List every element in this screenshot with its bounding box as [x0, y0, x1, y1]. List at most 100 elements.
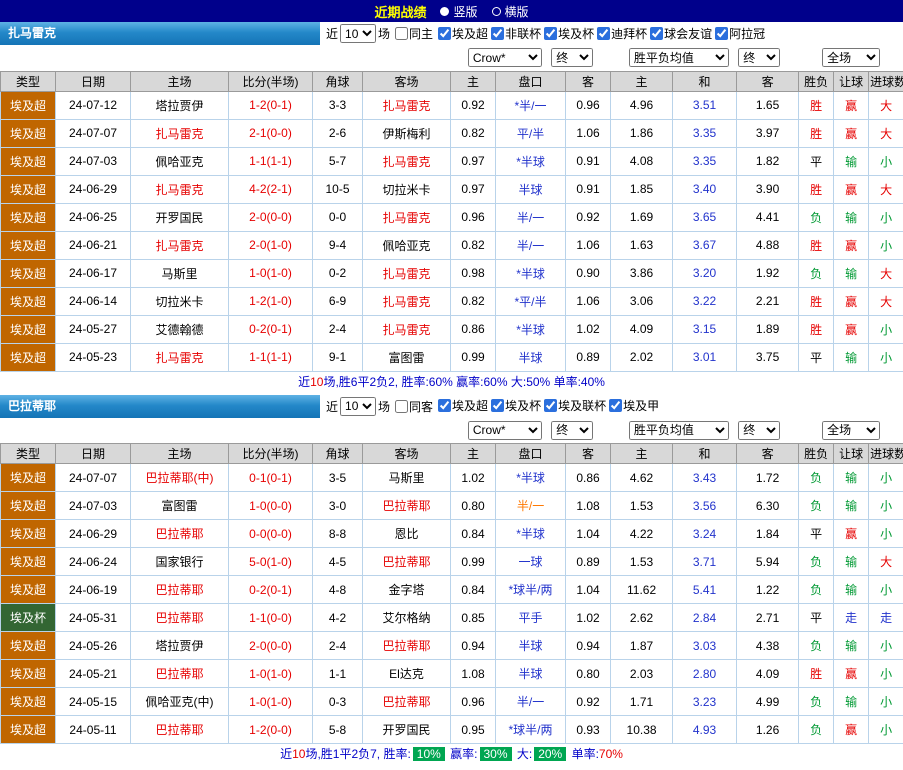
- league-checkbox[interactable]: [491, 399, 504, 412]
- league-filter[interactable]: 埃及超: [438, 397, 488, 414]
- away-team-cell[interactable]: 开罗国民: [363, 716, 451, 744]
- date-cell: 24-05-26: [56, 632, 131, 660]
- bookmaker-select[interactable]: Crow*: [468, 421, 542, 440]
- league-checkbox[interactable]: [650, 27, 663, 40]
- away-team-cell[interactable]: 扎马雷克: [363, 91, 451, 119]
- odds-average-select[interactable]: 胜平负均值: [629, 48, 729, 67]
- recent-count-select[interactable]: 10: [340, 24, 376, 43]
- column-header: 类型: [1, 444, 56, 464]
- league-filter[interactable]: 埃及杯: [491, 397, 541, 414]
- euro-home-odds: 4.09: [611, 315, 673, 343]
- home-team-cell[interactable]: 国家银行: [131, 548, 229, 576]
- home-team-cell[interactable]: 塔拉贾伊: [131, 632, 229, 660]
- rate-badge: 10%: [413, 747, 445, 761]
- same-venue-filter[interactable]: 同主: [395, 25, 433, 42]
- away-team-cell[interactable]: 巴拉蒂耶: [363, 492, 451, 520]
- goals-result-cell: 小: [869, 632, 903, 660]
- horizontal-label: 横版: [505, 3, 529, 20]
- same-venue-checkbox[interactable]: [395, 400, 408, 413]
- away-team-cell[interactable]: 切拉米卡: [363, 175, 451, 203]
- league-filter[interactable]: 非联杯: [491, 25, 541, 42]
- league-checkbox[interactable]: [715, 27, 728, 40]
- league-checkbox[interactable]: [491, 27, 504, 40]
- odds-time-select[interactable]: 终: [738, 421, 780, 440]
- away-team-cell[interactable]: El达克: [363, 660, 451, 688]
- controls-row: Crow* 终 胜平负均值 终 全场: [1, 45, 903, 71]
- league-filter[interactable]: 埃及甲: [609, 397, 659, 414]
- match-row: 埃及超24-07-12塔拉贾伊1-2(0-1)3-3扎马雷克0.92*半/一0.…: [1, 91, 903, 119]
- match-row: 埃及超24-06-29扎马雷克4-2(2-1)10-5切拉米卡0.97半球0.9…: [1, 175, 903, 203]
- euro-away-odds: 3.97: [737, 119, 799, 147]
- away-team-cell[interactable]: 扎马雷克: [363, 287, 451, 315]
- same-venue-filter[interactable]: 同客: [395, 398, 433, 415]
- home-team-cell[interactable]: 扎马雷克: [131, 175, 229, 203]
- home-team-cell[interactable]: 扎马雷克: [131, 231, 229, 259]
- league-checkbox[interactable]: [544, 27, 557, 40]
- home-team-cell[interactable]: 巴拉蒂耶: [131, 604, 229, 632]
- home-team-cell[interactable]: 巴拉蒂耶: [131, 576, 229, 604]
- euro-home-odds: 4.96: [611, 91, 673, 119]
- home-team-cell[interactable]: 富图雷: [131, 492, 229, 520]
- home-team-cell[interactable]: 马斯里: [131, 259, 229, 287]
- away-team-cell[interactable]: 扎马雷克: [363, 259, 451, 287]
- home-team-cell[interactable]: 开罗国民: [131, 203, 229, 231]
- layout-horizontal-radio[interactable]: 横版: [492, 3, 529, 20]
- home-team-cell[interactable]: 扎马雷克: [131, 343, 229, 371]
- handicap-home-odds: 0.84: [451, 576, 496, 604]
- home-team-cell[interactable]: 切拉米卡: [131, 287, 229, 315]
- summary-text: 10: [292, 747, 305, 761]
- league-filter[interactable]: 迪拜杯: [597, 25, 647, 42]
- away-team-cell[interactable]: 佩哈亚克: [363, 231, 451, 259]
- league-filter[interactable]: 埃及杯: [544, 25, 594, 42]
- league-checkbox[interactable]: [544, 399, 557, 412]
- home-team-cell[interactable]: 巴拉蒂耶(中): [131, 464, 229, 492]
- away-team-cell[interactable]: 金字塔: [363, 576, 451, 604]
- scope-select[interactable]: 全场: [822, 48, 880, 67]
- home-team-cell[interactable]: 塔拉贾伊: [131, 91, 229, 119]
- away-team-cell[interactable]: 恩比: [363, 520, 451, 548]
- bookmaker-select[interactable]: Crow*: [468, 48, 542, 67]
- euro-home-odds: 11.62: [611, 576, 673, 604]
- goals-result-cell: 大: [869, 91, 903, 119]
- league-checkbox[interactable]: [597, 27, 610, 40]
- home-team-cell[interactable]: 巴拉蒂耶: [131, 660, 229, 688]
- recent-count-select[interactable]: 10: [340, 397, 376, 416]
- away-team-cell[interactable]: 巴拉蒂耶: [363, 548, 451, 576]
- league-checkbox[interactable]: [438, 27, 451, 40]
- away-team-cell[interactable]: 马斯里: [363, 464, 451, 492]
- column-header: 客场: [363, 444, 451, 464]
- column-header: 客: [737, 444, 799, 464]
- away-team-cell[interactable]: 富图雷: [363, 343, 451, 371]
- odds-time-select[interactable]: 终: [738, 48, 780, 67]
- away-team-cell[interactable]: 扎马雷克: [363, 203, 451, 231]
- handicap-time-select[interactable]: 终: [551, 421, 593, 440]
- handicap-result-cell: 赢: [834, 287, 869, 315]
- away-team-cell[interactable]: 巴拉蒂耶: [363, 632, 451, 660]
- home-team-cell[interactable]: 艾德翰德: [131, 315, 229, 343]
- league-checkbox[interactable]: [438, 399, 451, 412]
- layout-vertical-radio[interactable]: 竖版: [440, 3, 477, 20]
- handicap-result-cell: 输: [834, 343, 869, 371]
- handicap-time-select[interactable]: 终: [551, 48, 593, 67]
- score-cell: 1-2(0-0): [229, 716, 313, 744]
- same-venue-checkbox[interactable]: [395, 27, 408, 40]
- league-filter[interactable]: 埃及联杯: [544, 397, 606, 414]
- away-team-cell[interactable]: 扎马雷克: [363, 147, 451, 175]
- home-team-cell[interactable]: 扎马雷克: [131, 119, 229, 147]
- league-filter[interactable]: 埃及超: [438, 25, 488, 42]
- away-team-cell[interactable]: 扎马雷克: [363, 315, 451, 343]
- league-checkbox[interactable]: [609, 399, 622, 412]
- scope-select[interactable]: 全场: [822, 421, 880, 440]
- away-team-cell[interactable]: 巴拉蒂耶: [363, 688, 451, 716]
- euro-draw-odds: 3.35: [673, 147, 737, 175]
- league-filter[interactable]: 阿拉冠: [715, 25, 765, 42]
- home-team-cell[interactable]: 巴拉蒂耶: [131, 716, 229, 744]
- page-title: 近期战绩: [374, 2, 426, 21]
- away-team-cell[interactable]: 艾尔格纳: [363, 604, 451, 632]
- home-team-cell[interactable]: 佩哈亚克: [131, 147, 229, 175]
- odds-average-select[interactable]: 胜平负均值: [629, 421, 729, 440]
- home-team-cell[interactable]: 佩哈亚克(中): [131, 688, 229, 716]
- home-team-cell[interactable]: 巴拉蒂耶: [131, 520, 229, 548]
- away-team-cell[interactable]: 伊斯梅利: [363, 119, 451, 147]
- league-filter[interactable]: 球会友谊: [650, 25, 712, 42]
